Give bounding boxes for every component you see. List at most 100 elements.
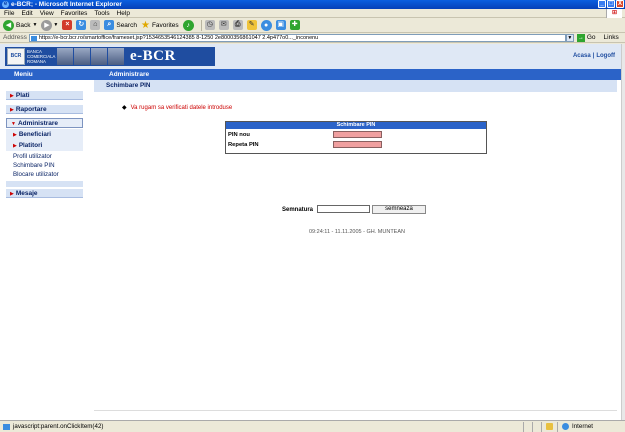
menu-edit[interactable]: Edit bbox=[21, 10, 32, 17]
mail-button[interactable]: ✉ bbox=[218, 20, 229, 30]
header-photo bbox=[74, 48, 90, 65]
sidebar-item-plati[interactable]: ▶ Plati bbox=[6, 90, 83, 100]
address-dropdown-icon[interactable]: ▼ bbox=[565, 33, 574, 42]
sidebar-item-administrare[interactable]: ▼ Administrare bbox=[6, 118, 83, 128]
web-page: BCR BANCA COMERCIALA ROMANA e-BCR Acasa |… bbox=[0, 44, 625, 420]
signature-input[interactable] bbox=[317, 205, 370, 213]
address-label: Address bbox=[3, 34, 27, 41]
refresh-icon: ↻ bbox=[76, 20, 87, 30]
form-title: Schimbare PIN bbox=[226, 122, 486, 129]
bcr-logo: BCR BANCA COMERCIALA ROMANA e-BCR bbox=[5, 47, 215, 66]
signature-label: Semnatura bbox=[282, 207, 314, 213]
header-photo bbox=[108, 48, 124, 65]
maximize-button[interactable]: □ bbox=[607, 0, 615, 8]
zone-cell: Internet bbox=[557, 421, 625, 432]
messenger-button[interactable]: ● bbox=[260, 19, 272, 31]
link-separator: | bbox=[592, 53, 595, 59]
triangle-right-icon: ▶ bbox=[10, 107, 14, 113]
bcr-mark-icon: BCR bbox=[7, 48, 25, 65]
zone-label: Internet bbox=[572, 423, 593, 430]
security-cell bbox=[541, 421, 557, 432]
menu-tools[interactable]: Tools bbox=[94, 10, 109, 17]
search-button[interactable]: ⌕ Search bbox=[104, 20, 137, 30]
forward-dropdown-icon[interactable]: ▼ bbox=[53, 22, 58, 28]
refresh-button[interactable]: ↻ bbox=[76, 20, 87, 30]
triangle-down-icon: ▼ bbox=[11, 121, 16, 127]
links-button[interactable]: Links bbox=[604, 34, 619, 41]
sidebar-sub-label: Platitori bbox=[18, 142, 43, 149]
favorites-label: Favorites bbox=[151, 21, 179, 29]
forward-arrow-icon: ▶ bbox=[41, 19, 53, 31]
media-button[interactable]: ♪ bbox=[182, 19, 194, 31]
edit-button[interactable]: ✎ bbox=[246, 20, 257, 30]
bullet-icon: ◆ bbox=[122, 105, 127, 111]
research-button[interactable]: ▣ bbox=[275, 20, 286, 30]
status-bar: javascript:parent.onClickItem(42) Intern… bbox=[0, 420, 625, 432]
back-arrow-icon: ◀ bbox=[3, 19, 14, 31]
research-icon: ▣ bbox=[275, 20, 286, 30]
sidebar-item-mesaje[interactable]: ▶ Mesaje bbox=[6, 188, 83, 198]
address-input[interactable]: https://e-bcr.bcr.ro/smartoffice/framese… bbox=[28, 33, 566, 42]
print-button[interactable]: ⎙ bbox=[232, 20, 243, 30]
sidebar-item-raportare[interactable]: ▶ Raportare bbox=[6, 104, 83, 114]
menu-file[interactable]: File bbox=[4, 10, 14, 17]
logoff-link[interactable]: Logoff bbox=[596, 53, 615, 59]
menu-help[interactable]: Help bbox=[117, 10, 130, 17]
header-photos bbox=[57, 48, 124, 65]
stop-icon: × bbox=[62, 20, 73, 30]
content-bottom-bar bbox=[94, 410, 617, 420]
pin-new-input[interactable] bbox=[333, 131, 382, 138]
triangle-right-icon: ▶ bbox=[13, 143, 17, 149]
discuss-button[interactable]: ✚ bbox=[289, 20, 300, 30]
discuss-icon: ✚ bbox=[289, 20, 300, 30]
status-text: javascript:parent.onClickItem(42) bbox=[13, 423, 104, 430]
star-icon: ★ bbox=[140, 19, 150, 31]
sidebar-sub-platitori[interactable]: ▶ Platitori bbox=[13, 142, 42, 149]
breadcrumb: Schimbare PIN bbox=[94, 80, 617, 92]
triangle-right-icon: ▶ bbox=[10, 191, 14, 197]
toolbar: ◀ Back ▼ ▶ ▼ × ↻ ⌂ ⌕ Search ★ Favorites … bbox=[0, 18, 625, 33]
menu-favorites[interactable]: Favorites bbox=[61, 10, 88, 17]
go-button[interactable]: → Go bbox=[576, 33, 596, 42]
pin-repeat-label: Repeta PIN bbox=[228, 142, 259, 148]
sidebar-sub-beneficiari[interactable]: ▶ Beneficiari bbox=[13, 131, 51, 138]
sidebar-leaf-blocare-utilizator[interactable]: Blocare utilizator bbox=[13, 171, 59, 178]
menu-view[interactable]: View bbox=[40, 10, 54, 17]
back-dropdown-icon[interactable]: ▼ bbox=[32, 22, 37, 28]
home-button[interactable]: ⌂ bbox=[90, 20, 101, 30]
favorites-button[interactable]: ★ Favorites bbox=[141, 20, 179, 31]
sidebar-leaf-schimbare-pin[interactable]: Schimbare PIN bbox=[13, 162, 55, 169]
nav-bar: Meniu Administrare bbox=[0, 69, 621, 80]
sidebar: ▶ Plati ▶ Raportare ▼ Administrare ▶ Benefic… bbox=[0, 80, 94, 420]
sign-button[interactable]: semneaza bbox=[372, 205, 426, 214]
messenger-icon: ● bbox=[260, 19, 272, 31]
ie-icon: e bbox=[2, 1, 9, 8]
close-button[interactable]: X bbox=[616, 0, 624, 8]
sidebar-divider bbox=[6, 181, 83, 187]
search-icon: ⌕ bbox=[104, 20, 115, 30]
status-cell bbox=[532, 421, 541, 432]
stop-button[interactable]: × bbox=[62, 20, 73, 30]
forward-button[interactable]: ▶ ▼ bbox=[41, 19, 58, 31]
page-scrollbar[interactable] bbox=[621, 44, 625, 420]
print-icon: ⎙ bbox=[232, 20, 243, 30]
nav-menu[interactable]: Meniu bbox=[14, 71, 33, 78]
edit-icon: ✎ bbox=[246, 20, 257, 30]
nav-administrare[interactable]: Administrare bbox=[109, 71, 149, 78]
minimize-button[interactable]: _ bbox=[598, 0, 606, 8]
pin-repeat-input[interactable] bbox=[333, 141, 382, 148]
history-button[interactable]: ◷ bbox=[204, 20, 215, 30]
sidebar-item-label: Mesaje bbox=[15, 190, 38, 197]
window-controls: _ □ X bbox=[598, 0, 624, 8]
bank-name: BANCA COMERCIALA ROMANA bbox=[27, 49, 56, 64]
menu-bar: File Edit View Favorites Tools Help ⊞ bbox=[0, 9, 625, 18]
address-url: https://e-bcr.bcr.ro/smartoffice/framese… bbox=[38, 34, 319, 41]
back-label: Back bbox=[16, 21, 31, 29]
header-photo bbox=[91, 48, 107, 65]
back-button[interactable]: ◀ Back ▼ bbox=[3, 19, 37, 31]
sidebar-leaf-profil-utilizator[interactable]: Profil utilizator bbox=[13, 153, 52, 160]
pin-new-label: PIN nou bbox=[228, 132, 250, 138]
media-icon: ♪ bbox=[182, 19, 194, 31]
triangle-right-icon: ▶ bbox=[13, 132, 17, 138]
home-link[interactable]: Acasa bbox=[573, 53, 591, 59]
